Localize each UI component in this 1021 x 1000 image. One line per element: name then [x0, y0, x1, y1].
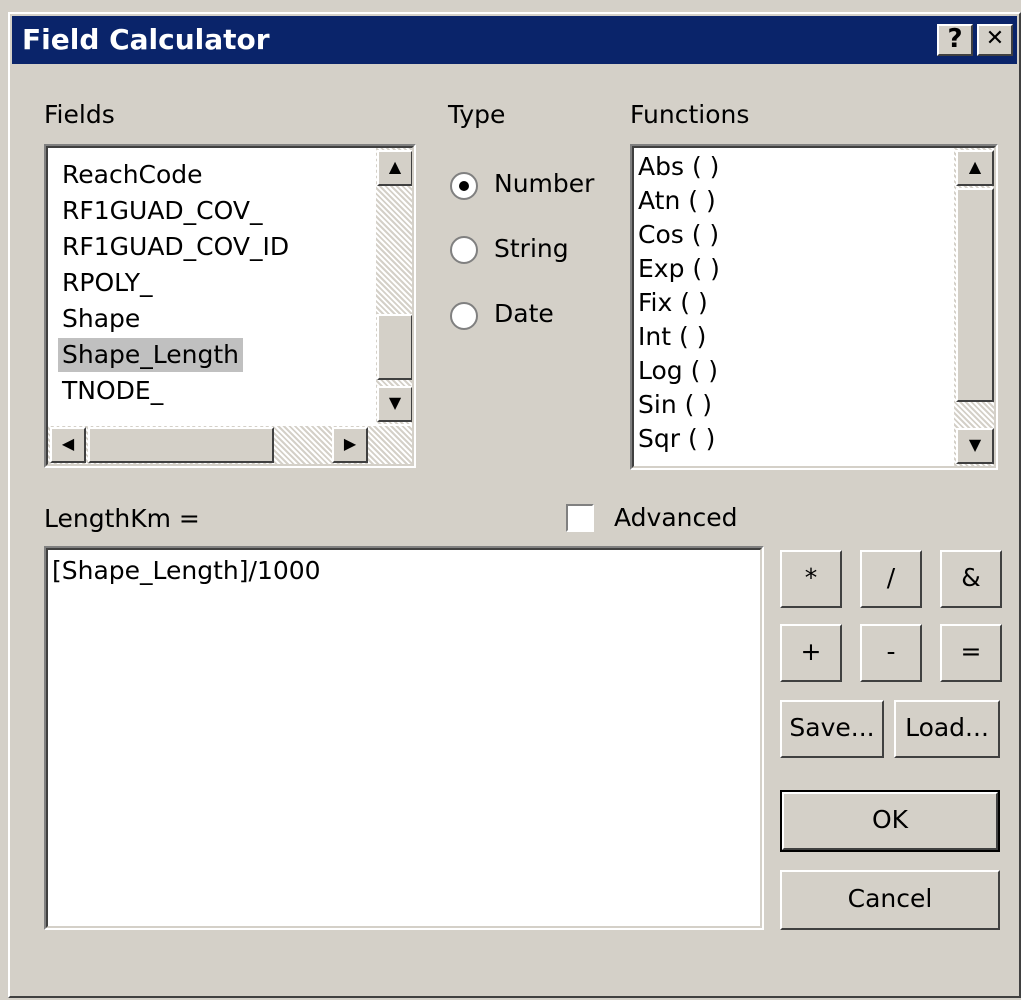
functions-scroll-up-button[interactable]: ▲	[956, 150, 994, 186]
cancel-button[interactable]: Cancel	[780, 870, 1000, 930]
advanced-label: Advanced	[614, 503, 738, 532]
functions-scroll-down-button[interactable]: ▼	[956, 428, 994, 464]
fields-vertical-thumb[interactable]	[377, 314, 412, 380]
scroll-up-icon: ▲	[968, 157, 982, 176]
functions-list[interactable]: Abs ( ) Atn ( ) Cos ( ) Exp ( ) Fix ( ) …	[630, 144, 998, 470]
ampersand-button[interactable]: &	[940, 550, 1002, 608]
date-radio-label: Date	[494, 299, 554, 328]
field-item-shape[interactable]: Shape	[58, 302, 144, 336]
function-item-fix[interactable]: Fix ( )	[638, 286, 708, 320]
field-item-reachcode[interactable]: ReachCode	[58, 158, 207, 192]
number-radio-label: Number	[494, 169, 595, 198]
expression-box[interactable]: [Shape_Length]/1000	[44, 546, 764, 930]
string-radio-label: String	[494, 234, 569, 263]
function-item-sin[interactable]: Sin ( )	[638, 388, 712, 422]
title-bar[interactable]: Field Calculator ? ✕	[12, 16, 1017, 64]
type-label: Type	[448, 100, 506, 129]
date-radio[interactable]	[450, 302, 478, 330]
function-item-atn[interactable]: Atn ( )	[638, 184, 716, 218]
save-button[interactable]: Save...	[780, 700, 884, 758]
target-field-label: LengthKm =	[44, 504, 200, 533]
field-item-rf1guad-cov-id[interactable]: RF1GUAD_COV_ID	[58, 230, 293, 264]
function-item-log[interactable]: Log ( )	[638, 354, 718, 388]
close-button[interactable]: ✕	[977, 24, 1013, 56]
string-radio[interactable]	[450, 236, 478, 264]
ok-button[interactable]: OK	[780, 790, 1000, 852]
fields-vertical-scrollbar[interactable]	[376, 148, 412, 424]
field-item-shape-length[interactable]: Shape_Length	[58, 338, 244, 372]
function-item-cos[interactable]: Cos ( )	[638, 218, 719, 252]
field-item-rpoly[interactable]: RPOLY_	[58, 266, 157, 300]
close-icon: ✕	[985, 26, 1005, 51]
scroll-up-icon: ▲	[388, 157, 402, 176]
function-item-exp[interactable]: Exp ( )	[638, 252, 720, 286]
minus-button[interactable]: -	[860, 624, 922, 682]
fields-list[interactable]: ReachCode RF1GUAD_COV_ RF1GUAD_COV_ID RP…	[44, 144, 416, 468]
expression-input[interactable]: [Shape_Length]/1000	[52, 556, 321, 585]
equals-button[interactable]: =	[940, 624, 1002, 682]
help-button[interactable]: ?	[937, 24, 973, 56]
multiply-button[interactable]: *	[780, 550, 842, 608]
fields-scroll-right-button[interactable]: ▶	[332, 427, 368, 463]
field-calculator-dialog: Field Calculator ? ✕ Fields ReachCode RF…	[8, 12, 1021, 998]
function-item-sqr[interactable]: Sqr ( )	[638, 422, 715, 456]
function-item-int[interactable]: Int ( )	[638, 320, 706, 354]
fields-scroll-up-button[interactable]: ▲	[377, 150, 412, 186]
scroll-down-icon: ▼	[388, 393, 402, 412]
scroll-down-icon: ▼	[968, 435, 982, 454]
fields-label: Fields	[44, 100, 115, 129]
divide-button[interactable]: /	[860, 550, 922, 608]
load-button[interactable]: Load...	[894, 700, 1000, 758]
scroll-right-icon: ▶	[343, 434, 357, 453]
number-radio[interactable]	[450, 172, 478, 200]
function-item-abs[interactable]: Abs ( )	[638, 150, 719, 184]
plus-button[interactable]: +	[780, 624, 842, 682]
functions-label: Functions	[630, 100, 750, 129]
functions-vertical-thumb[interactable]	[956, 188, 994, 402]
field-item-rf1guad-cov[interactable]: RF1GUAD_COV_	[58, 194, 266, 228]
scroll-left-icon: ◀	[61, 434, 75, 453]
advanced-checkbox[interactable]	[566, 504, 594, 532]
field-item-tnode[interactable]: TNODE_	[58, 374, 167, 408]
fields-scroll-down-button[interactable]: ▼	[377, 386, 412, 422]
dialog-title: Field Calculator	[22, 23, 270, 56]
fields-horizontal-thumb[interactable]	[88, 427, 274, 463]
fields-scroll-left-button[interactable]: ◀	[50, 427, 86, 463]
